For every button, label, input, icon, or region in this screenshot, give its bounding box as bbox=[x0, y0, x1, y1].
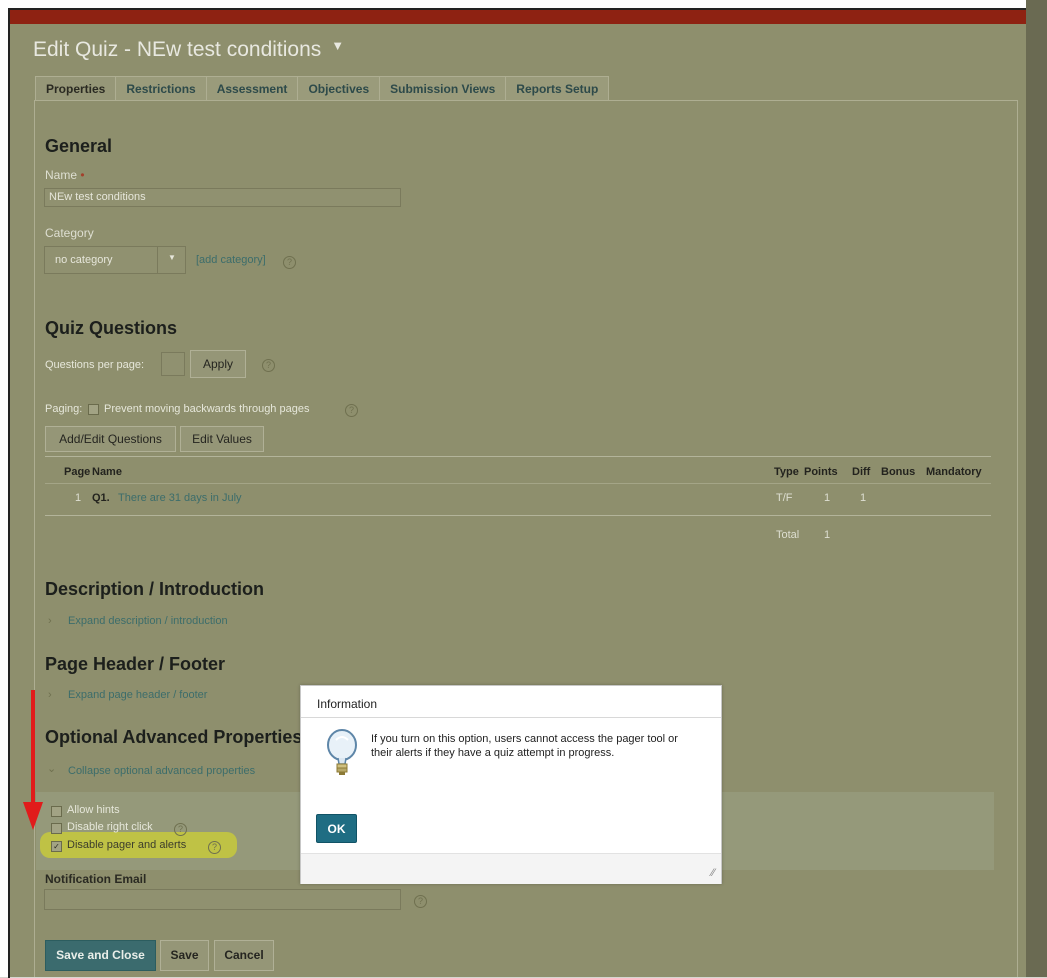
questions-per-page-input[interactable] bbox=[161, 352, 185, 376]
question-link[interactable]: There are 31 days in July bbox=[118, 492, 242, 504]
lightbulb-icon bbox=[325, 728, 359, 778]
select-divider bbox=[157, 247, 158, 273]
page-title-text: Edit Quiz - NEw test conditions bbox=[33, 38, 322, 61]
help-icon[interactable]: ? bbox=[414, 895, 427, 908]
column-header-points: Points bbox=[804, 466, 838, 478]
red-arrow-head bbox=[23, 802, 43, 830]
quiz-questions-heading: Quiz Questions bbox=[45, 318, 178, 338]
information-dialog: Information If you turn on this option, … bbox=[300, 685, 722, 884]
row-type: T/F bbox=[776, 492, 793, 504]
column-header-name: Name bbox=[92, 466, 122, 478]
apply-button[interactable]: Apply bbox=[190, 350, 246, 378]
tab-submission-views[interactable]: Submission Views bbox=[379, 76, 507, 101]
dialog-title: Information bbox=[301, 686, 721, 718]
save-button[interactable]: Save bbox=[160, 940, 209, 971]
ok-button[interactable]: OK bbox=[316, 814, 357, 843]
notification-email-input[interactable] bbox=[44, 889, 401, 910]
table-top-border bbox=[45, 456, 991, 457]
column-header-page: Page bbox=[64, 466, 91, 478]
row-diff: 1 bbox=[860, 492, 867, 504]
disable-right-click-checkbox[interactable] bbox=[51, 823, 62, 834]
disable-pager-checkbox[interactable]: ✓ bbox=[51, 841, 62, 852]
add-category-link[interactable]: [add category] bbox=[196, 254, 266, 266]
add-edit-questions-button[interactable]: Add/Edit Questions bbox=[45, 426, 176, 452]
row-page-number: 1 bbox=[75, 492, 82, 504]
general-heading: General bbox=[45, 136, 113, 156]
column-header-bonus: Bonus bbox=[881, 466, 916, 478]
column-header-type: Type bbox=[774, 466, 799, 478]
prevent-backwards-checkbox[interactable] bbox=[88, 404, 99, 415]
tab-objectives[interactable]: Objectives bbox=[297, 76, 381, 101]
help-icon[interactable]: ? bbox=[345, 404, 358, 417]
total-value: 1 bbox=[824, 529, 831, 541]
tab-reports-setup[interactable]: Reports Setup bbox=[505, 76, 610, 101]
red-arrow-annotation bbox=[31, 690, 35, 805]
prevent-backwards-label: Prevent moving backwards through pages bbox=[104, 403, 310, 415]
allow-hints-label: Allow hints bbox=[67, 804, 120, 816]
help-icon[interactable]: ? bbox=[208, 841, 221, 854]
name-input[interactable]: NEw test conditions bbox=[44, 188, 401, 207]
name-label: Name • bbox=[45, 168, 85, 182]
name-label-text: Name bbox=[45, 168, 78, 182]
title-menu-caret-icon[interactable]: ▼ bbox=[331, 38, 344, 53]
edit-values-button[interactable]: Edit Values bbox=[180, 426, 264, 452]
disable-right-click-label: Disable right click bbox=[67, 821, 153, 833]
required-marker: • bbox=[80, 168, 85, 182]
category-label: Category bbox=[45, 226, 94, 240]
chevron-down-icon: ⌄ bbox=[47, 763, 57, 775]
cancel-button[interactable]: Cancel bbox=[214, 940, 274, 971]
category-select[interactable]: no category ▼ bbox=[44, 246, 186, 274]
notification-email-label: Notification Email bbox=[45, 872, 147, 886]
tab-bar: Properties Restrictions Assessment Objec… bbox=[35, 76, 610, 101]
row-points: 1 bbox=[824, 492, 831, 504]
dialog-footer: ⁄⁄ bbox=[301, 853, 721, 884]
header-footer-heading: Page Header / Footer bbox=[45, 654, 226, 674]
expand-description-link[interactable]: Expand description / introduction bbox=[68, 615, 228, 627]
disable-pager-label: Disable pager and alerts bbox=[67, 839, 187, 851]
row-question-number: Q1. bbox=[92, 492, 110, 504]
tab-restrictions[interactable]: Restrictions bbox=[115, 76, 207, 101]
advanced-heading: Optional Advanced Properties bbox=[45, 727, 303, 747]
paging-label: Paging: bbox=[45, 403, 83, 415]
tab-assessment[interactable]: Assessment bbox=[205, 76, 299, 101]
collapse-advanced-link[interactable]: Collapse optional advanced properties bbox=[68, 765, 255, 777]
description-heading: Description / Introduction bbox=[45, 579, 264, 599]
tab-properties[interactable]: Properties bbox=[35, 76, 117, 101]
column-header-mandatory: Mandatory bbox=[926, 466, 982, 478]
total-label: Total bbox=[776, 529, 800, 541]
help-icon[interactable]: ? bbox=[174, 823, 187, 836]
table-bottom-border bbox=[45, 515, 991, 516]
chevron-right-icon: › bbox=[48, 689, 52, 701]
page-title: Edit Quiz - NEw test conditions ▼ bbox=[33, 38, 344, 62]
dialog-message: If you turn on this option, users cannot… bbox=[371, 733, 678, 759]
table-header-border bbox=[45, 483, 991, 484]
resize-grip-icon[interactable]: ⁄⁄ bbox=[711, 867, 715, 879]
right-scroll-area bbox=[1026, 0, 1047, 977]
expand-header-footer-link[interactable]: Expand page header / footer bbox=[68, 689, 207, 701]
column-header-diff: Diff bbox=[852, 466, 871, 478]
category-selected-value: no category bbox=[55, 254, 113, 266]
questions-per-page-label: Questions per page: bbox=[45, 359, 145, 371]
save-and-close-button[interactable]: Save and Close bbox=[45, 940, 156, 971]
help-icon[interactable]: ? bbox=[283, 256, 296, 269]
allow-hints-checkbox[interactable] bbox=[51, 806, 62, 817]
chevron-right-icon: › bbox=[48, 615, 52, 627]
help-icon[interactable]: ? bbox=[262, 359, 275, 372]
chevron-down-icon: ▼ bbox=[168, 253, 176, 262]
